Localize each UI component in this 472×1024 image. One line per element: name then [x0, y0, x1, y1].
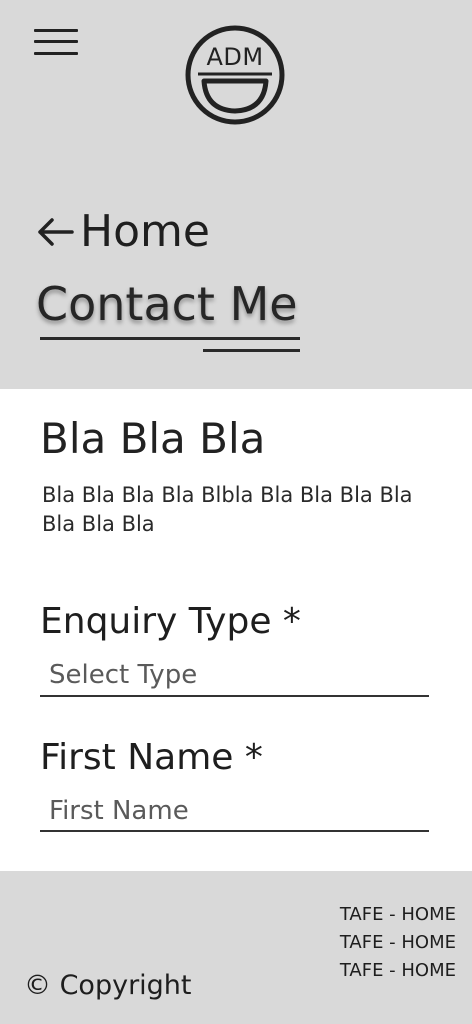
hamburger-menu-icon[interactable]: [34, 27, 80, 59]
footer-link-tafe-home[interactable]: TAFE - HOME: [340, 901, 456, 929]
smiley-logo-icon: [185, 25, 285, 125]
menu-bar: [34, 40, 78, 43]
back-home-label: Home: [80, 206, 210, 257]
page-footer: TAFE - HOME TAFE - HOME TAFE - HOME © Co…: [0, 871, 472, 1024]
title-underline: [40, 337, 300, 340]
page-title: Contact Me: [36, 277, 298, 331]
content-heading: Bla Bla Bla: [40, 414, 266, 463]
menu-bar: [34, 29, 78, 32]
copyright-text: © Copyright: [24, 970, 192, 1001]
main-content: Bla Bla Bla Bla Bla Bla Bla Blbla Bla Bl…: [0, 389, 472, 871]
footer-link-tafe-home[interactable]: TAFE - HOME: [340, 957, 456, 985]
logo-text: ADM: [206, 43, 264, 71]
enquiry-type-label: Enquiry Type *: [40, 601, 301, 642]
footer-link-tafe-home[interactable]: TAFE - HOME: [340, 929, 456, 957]
first-name-input[interactable]: [40, 792, 429, 832]
menu-bar: [34, 52, 78, 55]
content-body: Bla Bla Bla Bla Blbla Bla Bla Bla Bla Bl…: [42, 483, 413, 536]
logo[interactable]: ADM: [184, 24, 286, 126]
enquiry-type-select[interactable]: Select Type: [40, 655, 429, 697]
back-home-link[interactable]: Home: [36, 204, 210, 260]
arrow-left-icon: [38, 218, 74, 246]
title-underline-accent: [203, 349, 300, 352]
page-header: ADM Home Contact Me: [0, 0, 472, 389]
first-name-label: First Name *: [40, 737, 263, 778]
footer-links: TAFE - HOME TAFE - HOME TAFE - HOME: [340, 901, 456, 985]
